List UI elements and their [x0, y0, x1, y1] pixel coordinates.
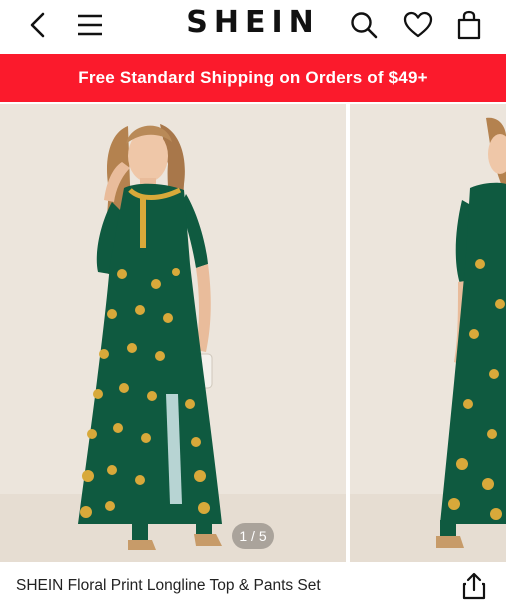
heart-icon[interactable] [400, 8, 436, 42]
free-shipping-banner[interactable]: Free Standard Shipping on Orders of $49+ [0, 54, 506, 102]
search-icon[interactable] [346, 8, 382, 42]
product-title: SHEIN Floral Print Longline Top & Pants … [16, 577, 321, 594]
product-title-bar: SHEIN Floral Print Longline Top & Pants … [0, 564, 506, 606]
chevron-left-icon[interactable] [22, 9, 52, 41]
hamburger-menu-icon[interactable] [74, 9, 106, 41]
product-image-next[interactable] [350, 104, 506, 562]
shopping-bag-icon[interactable] [452, 8, 486, 42]
product-image[interactable] [0, 104, 346, 562]
top-nav-bar: SHEIN [0, 0, 506, 54]
product-image-carousel[interactable]: 1 / 5 [0, 102, 506, 564]
image-counter-badge: 1 / 5 [232, 523, 274, 549]
share-icon[interactable] [458, 570, 490, 602]
